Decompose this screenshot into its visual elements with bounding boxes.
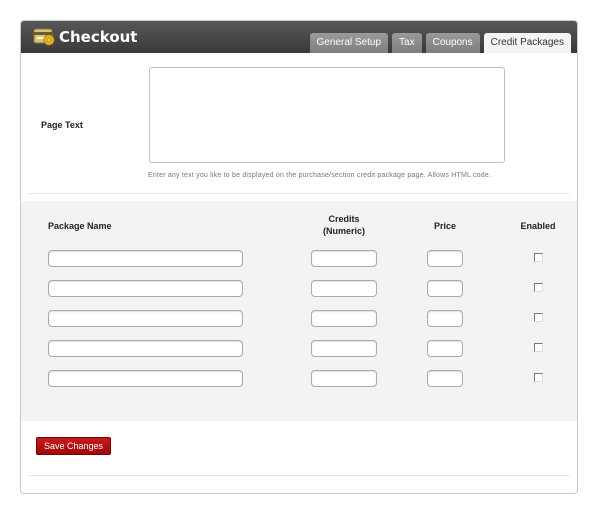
header-credits-line2: (Numeric) <box>322 226 365 236</box>
tab-general-setup[interactable]: General Setup <box>309 33 389 53</box>
enabled-checkbox-2[interactable] <box>534 283 543 292</box>
save-changes-button[interactable]: Save Changes <box>36 437 111 455</box>
price-input-1[interactable] <box>427 250 463 267</box>
tab-credit-packages[interactable]: Credit Packages <box>483 33 571 53</box>
price-input-5[interactable] <box>427 370 463 387</box>
package-name-input-3[interactable] <box>48 310 243 327</box>
package-name-input-2[interactable] <box>48 280 243 297</box>
page-title: Checkout <box>59 28 138 46</box>
credits-input-4[interactable] <box>311 340 377 357</box>
checkout-icon <box>33 28 55 46</box>
packages-table: Package Name Credits (Numeric) Price Ena… <box>21 201 577 421</box>
package-name-input-4[interactable] <box>48 340 243 357</box>
package-name-input-5[interactable] <box>48 370 243 387</box>
price-input-2[interactable] <box>427 280 463 297</box>
header-enabled: Enabled <box>520 221 556 231</box>
section-divider <box>29 193 569 194</box>
price-input-4[interactable] <box>427 340 463 357</box>
enabled-checkbox-5[interactable] <box>534 373 543 382</box>
tab-bar: General Setup Tax Coupons Credit Package… <box>309 33 571 53</box>
panel-header: Checkout General Setup Tax Coupons Credi… <box>21 21 577 53</box>
header-price: Price <box>433 221 457 231</box>
enabled-checkbox-3[interactable] <box>534 313 543 322</box>
package-name-input-1[interactable] <box>48 250 243 267</box>
header-credits: Credits (Numeric) <box>311 213 377 237</box>
checkout-panel: Checkout General Setup Tax Coupons Credi… <box>20 20 578 494</box>
page-text-label: Page Text <box>41 120 83 130</box>
tab-tax[interactable]: Tax <box>392 33 422 53</box>
credits-input-5[interactable] <box>311 370 377 387</box>
footer-divider <box>29 475 569 476</box>
header-credits-line1: Credits <box>328 214 360 224</box>
credits-input-3[interactable] <box>311 310 377 327</box>
price-input-3[interactable] <box>427 310 463 327</box>
tab-coupons[interactable]: Coupons <box>425 33 480 53</box>
credits-input-2[interactable] <box>311 280 377 297</box>
enabled-checkbox-4[interactable] <box>534 343 543 352</box>
header-package-name: Package Name <box>48 221 112 231</box>
page-text-input[interactable] <box>149 67 505 163</box>
page-text-help: Enter any text you like to be displayed … <box>148 172 492 179</box>
enabled-checkbox-1[interactable] <box>534 253 543 262</box>
credits-input-1[interactable] <box>311 250 377 267</box>
